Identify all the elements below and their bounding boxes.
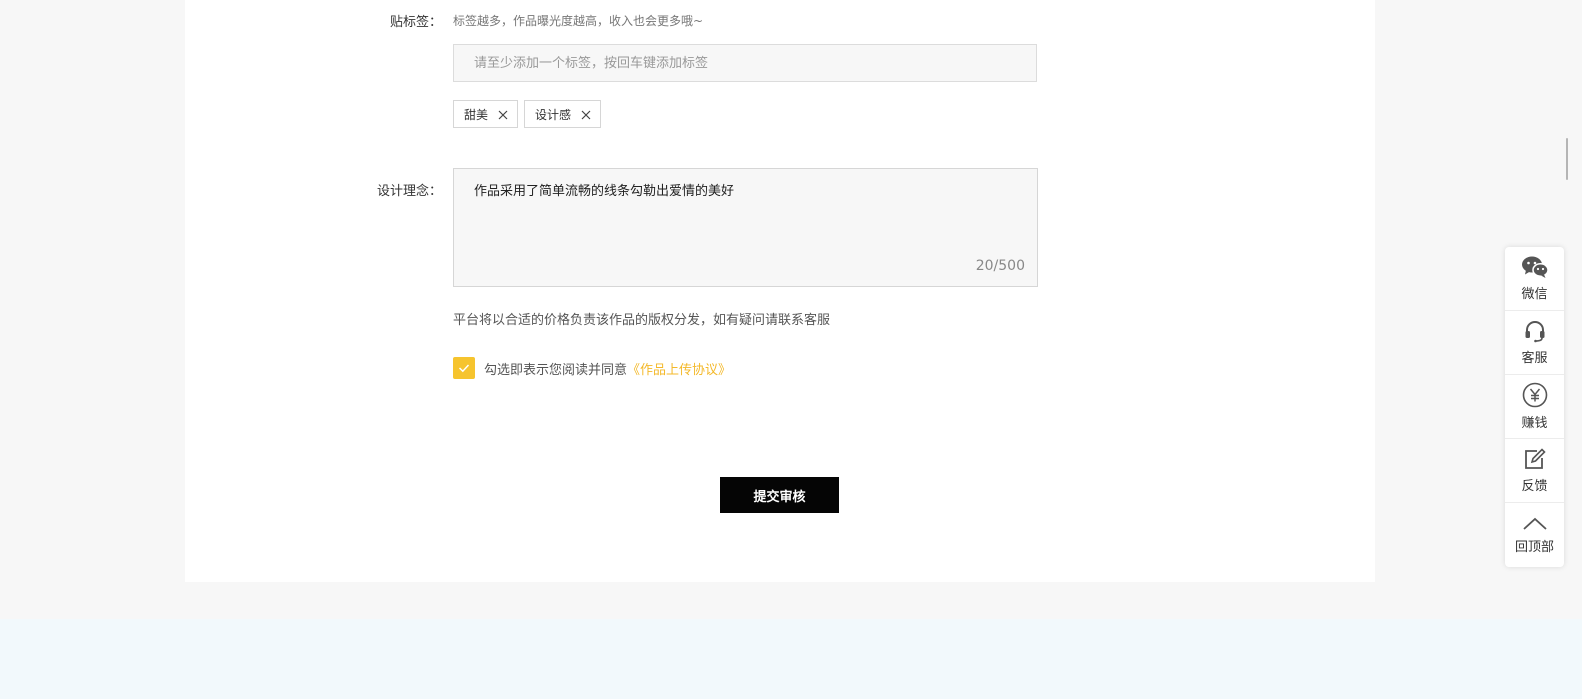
sidebar-item-label: 反馈	[1521, 479, 1548, 494]
char-counter: 20/500	[975, 258, 1025, 274]
sidebar-item-feedback[interactable]: 反馈	[1505, 439, 1564, 503]
tag-chip: 甜美	[453, 100, 519, 128]
copyright-notice: 平台将以合适的价格负责该作品的版权分发，如有疑问请联系客服	[453, 313, 831, 328]
sidebar-item-wechat[interactable]: 微信	[1505, 247, 1564, 311]
chevron-up-icon	[1522, 517, 1547, 530]
sidebar-item-label: 客服	[1521, 351, 1548, 366]
sidebar-item-label: 赚钱	[1521, 416, 1548, 431]
design-concept-label: 设计理念：	[376, 184, 442, 199]
tags-hint: 标签越多，作品曝光度越高，收入也会更多哦~	[453, 14, 704, 28]
tag-input[interactable]	[453, 44, 1037, 82]
floating-sidebar: 微信 客服 赚钱 反馈 回顶部	[1505, 247, 1564, 567]
tags-label: 贴标签：	[389, 15, 442, 30]
tag-chip-label: 甜美	[464, 107, 489, 122]
scrollbar[interactable]	[1566, 0, 1582, 699]
close-icon[interactable]	[498, 109, 508, 120]
close-icon[interactable]	[581, 109, 591, 120]
checkmark-icon	[458, 364, 470, 373]
design-concept-text: 作品采用了简单流畅的线条勾勒出爱情的美好	[474, 184, 735, 199]
wechat-icon	[1521, 256, 1549, 278]
yuan-icon	[1522, 382, 1547, 408]
sidebar-item-label: 微信	[1521, 287, 1548, 302]
headset-icon	[1525, 321, 1544, 343]
agreement-checkbox[interactable]	[453, 357, 475, 379]
sidebar-item-service[interactable]: 客服	[1505, 311, 1564, 375]
sidebar-item-earn[interactable]: 赚钱	[1505, 375, 1564, 439]
sidebar-item-label: 回顶部	[1514, 539, 1554, 555]
scrollbar-thumb[interactable]	[1566, 138, 1568, 180]
edit-icon	[1524, 448, 1546, 469]
agreement-label: 勾选即表示您阅读并同意	[484, 363, 628, 378]
upload-form-card: 贴标签： 标签越多，作品曝光度越高，收入也会更多哦~ 甜美 设计感 设计理念： …	[185, 0, 1375, 582]
submit-review-button[interactable]: 提交审核	[720, 477, 839, 513]
agreement-link[interactable]: 《作品上传协议》	[627, 363, 731, 378]
agreement-text: 勾选即表示您阅读并同意《作品上传协议》	[484, 359, 731, 378]
tag-chip-label: 设计感	[535, 107, 572, 122]
tag-chip: 设计感	[524, 100, 602, 128]
design-concept-textarea[interactable]: 作品采用了简单流畅的线条勾勒出爱情的美好 20/500	[453, 168, 1038, 287]
sidebar-item-back-to-top[interactable]: 回顶部	[1505, 503, 1564, 567]
footer-band	[0, 619, 1582, 699]
